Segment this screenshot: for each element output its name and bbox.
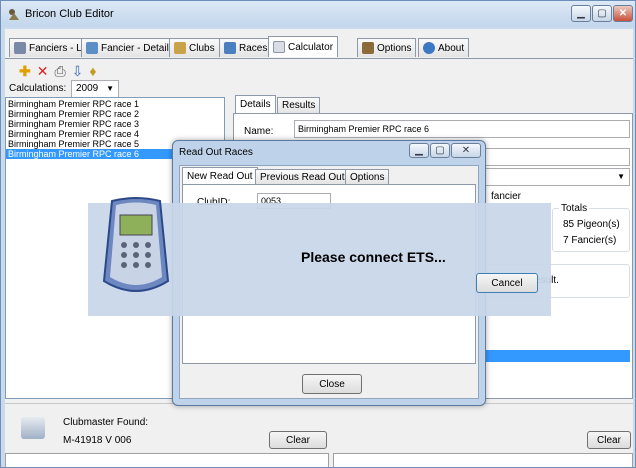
tab-label: Details: [240, 99, 271, 110]
add-icon[interactable]: ✚: [19, 63, 31, 79]
dialog-close-button[interactable]: ✕: [451, 143, 481, 158]
selected-row[interactable]: [484, 350, 630, 362]
race-list-item[interactable]: Birmingham Premier RPC race 3: [6, 119, 224, 129]
close-icon: ✕: [618, 8, 628, 19]
title-bar[interactable]: Bricon Club Editor ▁ ▢ ✕: [1, 1, 635, 27]
calculator-icon: [273, 41, 285, 53]
race-list-item[interactable]: Birmingham Premier RPC race 2: [6, 109, 224, 119]
minimize-icon: ▁: [415, 145, 423, 156]
chevron-down-icon: ▼: [106, 84, 114, 93]
tools-icon: [362, 42, 374, 54]
tab-divider: [5, 58, 633, 59]
tab-clubs[interactable]: Clubs: [169, 38, 220, 57]
window-title: Bricon Club Editor: [25, 8, 114, 20]
clear-label: Clear: [286, 434, 310, 446]
flag-icon: [224, 42, 236, 54]
cancel-button[interactable]: Cancel: [476, 273, 538, 293]
dialog-close-action-button[interactable]: Close: [302, 374, 362, 394]
tab-options[interactable]: Options: [357, 38, 417, 57]
connect-ets-overlay: Please connect ETS... Cancel: [88, 197, 551, 316]
preview-icon[interactable]: ⇩: [72, 63, 84, 79]
tab-dialog-options[interactable]: Options: [345, 169, 390, 184]
ets-device-icon: [98, 195, 174, 301]
clear-label: Clear: [597, 434, 621, 446]
totals-label: Totals: [559, 203, 590, 214]
close-window-button[interactable]: ✕: [613, 5, 633, 22]
fancier-label: fancier: [491, 191, 522, 202]
device-id: M-41918 V 006: [63, 435, 132, 446]
name-label: Name:: [244, 126, 274, 137]
dialog-minimize-button[interactable]: ▁: [409, 143, 429, 158]
minimize-icon: ▁: [577, 8, 585, 19]
dialog-title: Read Out Races: [179, 147, 253, 158]
fanciers-count: 7 Fancier(s): [563, 235, 617, 246]
minimize-button[interactable]: ▁: [571, 5, 591, 22]
delete-icon[interactable]: ✕: [37, 63, 49, 79]
race-list-item[interactable]: Birmingham Premier RPC race 4: [6, 129, 224, 139]
toolbar: ✚ ✕ ⎙ ⇩ ♦: [19, 61, 169, 81]
clubmaster-found-label: Clubmaster Found:: [63, 417, 149, 428]
user-icon: [86, 42, 98, 54]
maximize-icon: ▢: [597, 8, 607, 19]
maximize-button[interactable]: ▢: [592, 5, 612, 22]
tab-calculator[interactable]: Calculator: [268, 36, 339, 57]
tab-label: Previous Read Outs: [260, 171, 350, 183]
chevron-down-icon: ▼: [617, 172, 625, 181]
clear-button-2[interactable]: Clear: [587, 431, 631, 449]
app-icon: [7, 7, 21, 21]
clear-button[interactable]: Clear: [269, 431, 327, 449]
tab-new-read-out[interactable]: New Read Out: [182, 167, 258, 184]
close-icon: ✕: [461, 145, 471, 156]
tab-results[interactable]: Results: [277, 97, 321, 113]
race-list-item[interactable]: Birmingham Premier RPC race 1: [6, 99, 224, 109]
year-value: 2009: [76, 83, 99, 94]
cancel-label: Cancel: [491, 277, 523, 289]
tab-label: Options: [350, 171, 385, 183]
tab-label: Results: [282, 100, 316, 111]
tab-fancier-detail[interactable]: Fancier - Detail: [81, 38, 174, 57]
calculations-label: Calculations:: [9, 83, 67, 94]
tab-label: New Read Out: [187, 170, 253, 182]
medal-icon[interactable]: ♦: [89, 63, 96, 79]
clubs-icon: [174, 42, 186, 54]
device-icon: [21, 417, 45, 439]
log-panel-right: [333, 453, 633, 467]
tab-label: Fancier - Detail: [101, 42, 169, 54]
tab-races[interactable]: Races: [219, 38, 273, 57]
tab-details[interactable]: Details: [235, 95, 276, 113]
info-icon: [423, 42, 435, 54]
log-panel-left: [5, 453, 329, 467]
tab-label: Options: [377, 42, 412, 54]
dialog-maximize-button[interactable]: ▢: [430, 143, 450, 158]
tab-label: Calculator: [288, 41, 334, 53]
tab-label: About: [438, 42, 465, 54]
tab-label: Clubs: [189, 42, 215, 54]
print-icon[interactable]: ⎙: [54, 63, 65, 79]
close-label: Close: [319, 378, 345, 390]
maximize-icon: ▢: [435, 145, 445, 156]
tab-label: Races: [239, 42, 268, 54]
name-field[interactable]: Birmingham Premier RPC race 6: [294, 120, 630, 138]
connect-message: Please connect ETS...: [301, 249, 446, 265]
pigeons-count: 85 Pigeon(s): [563, 219, 620, 230]
year-select[interactable]: 2009 ▼: [71, 80, 119, 98]
tab-previous-read-outs[interactable]: Previous Read Outs: [255, 169, 355, 184]
tab-about[interactable]: About: [418, 38, 470, 57]
users-icon: [14, 42, 26, 54]
main-tab-strip: Fanciers - List Fancier - Detail Clubs R…: [5, 36, 633, 58]
totals-group: Totals 85 Pigeon(s) 7 Fancier(s): [552, 203, 630, 252]
